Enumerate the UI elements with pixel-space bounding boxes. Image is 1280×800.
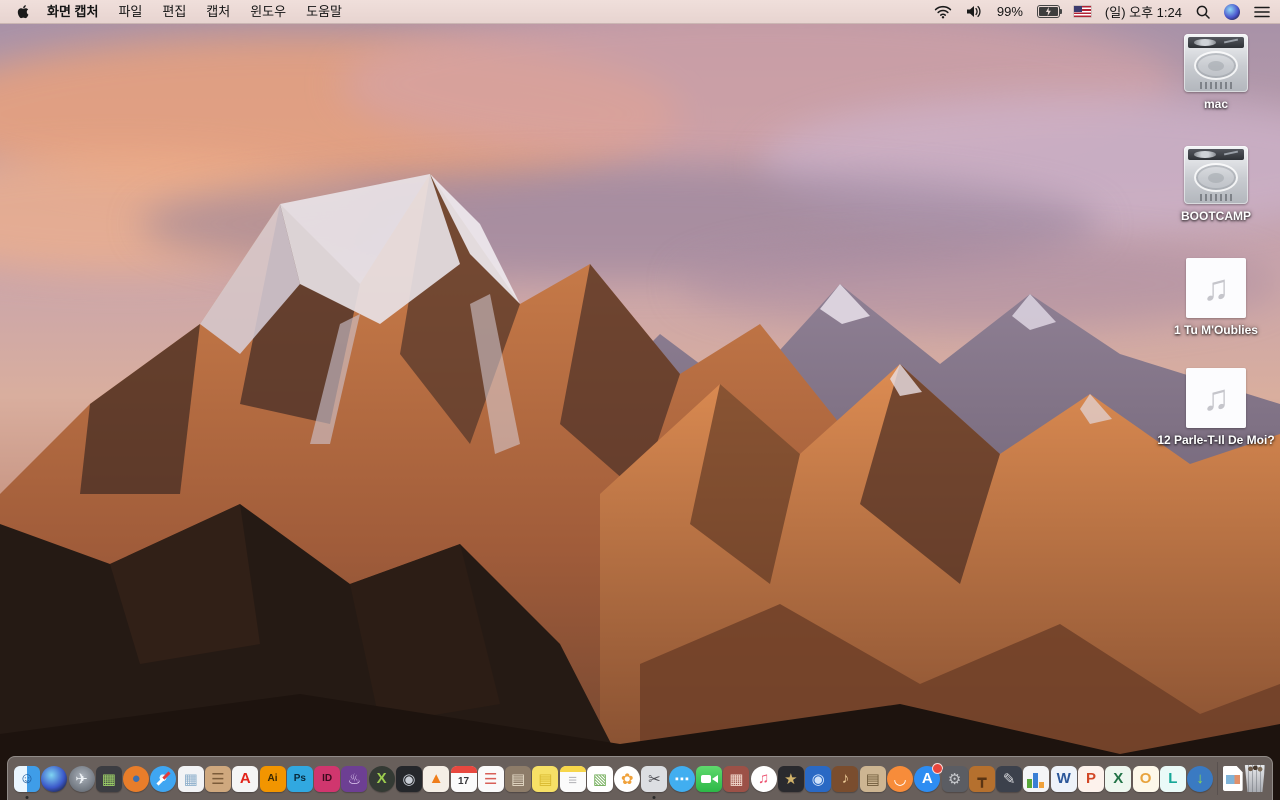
desktop-icon-audio-file-2[interactable]: ♫ 12 Parle-T-Il De Moi?: [1155, 368, 1277, 449]
dock-item-dvd-player-app[interactable]: ◉: [805, 765, 832, 792]
dock-item-garageband[interactable]: ♪: [832, 765, 859, 792]
desktop-icon-audio-file-1[interactable]: ♫ 1 Tu M'Oublies: [1155, 258, 1277, 339]
running-indicator: [25, 795, 29, 799]
apple-menu[interactable]: [10, 4, 37, 19]
dock: ☺ ✈ ▦ ● ▦ ☰ A Ai Ps ID ♨ X ◉ ▲ 17 ☰ ▤ ▤ ≡ ▧ ✿ ✂ ⋯ ▦ ♫ ★ ◉ ♪ ▤ ◡ A ⚙ ┳ ✎ W P…: [7, 756, 1273, 800]
menu-window[interactable]: 윈도우: [240, 0, 296, 24]
dock-item-imovie[interactable]: ★: [777, 765, 804, 792]
dock-item-trash[interactable]: [1244, 765, 1266, 792]
input-source-flag[interactable]: [1073, 6, 1091, 17]
dock-item-stuffit-expander[interactable]: ▤: [505, 765, 532, 792]
dock-item-contacts[interactable]: ☰: [204, 765, 231, 792]
desktop-icon-bootcamp-drive[interactable]: BOOTCAMP: [1155, 146, 1277, 225]
menu-help[interactable]: 도움말: [296, 0, 352, 24]
dock-item-vlc[interactable]: ▲: [423, 765, 450, 792]
music-file-icon: ♫: [1186, 368, 1246, 428]
siri-icon[interactable]: [1224, 3, 1240, 20]
dock-item-calendar[interactable]: 17: [450, 765, 477, 792]
dock-item-photoshop[interactable]: Ps: [286, 765, 313, 792]
dock-item-messages[interactable]: ⋯: [668, 765, 695, 792]
dock-item-pages[interactable]: ✎: [996, 765, 1023, 792]
dock-item-mission-control[interactable]: ▦: [95, 765, 122, 792]
dock-item-firefox[interactable]: ●: [123, 765, 150, 792]
dock-item-word[interactable]: W: [1050, 765, 1077, 792]
charging-bolt-icon: [1045, 7, 1051, 16]
music-file-icon: ♫: [1186, 258, 1246, 318]
dock-item-reminders[interactable]: ☰: [477, 765, 504, 792]
dock-item-outlook[interactable]: O: [1132, 765, 1159, 792]
wifi-icon[interactable]: [934, 5, 952, 19]
desktop-icon-label: mac: [1203, 97, 1229, 111]
dock-item-keynote[interactable]: ┳: [968, 765, 995, 792]
dock-item-preview[interactable]: ▦: [177, 765, 204, 792]
dock-item-facetime[interactable]: [696, 765, 723, 792]
dock-item-illustrator[interactable]: Ai: [259, 765, 286, 792]
desktop-icon-label: 12 Parle-T-Il De Moi?: [1157, 433, 1275, 447]
dock-item-web-document[interactable]: ▧: [586, 765, 613, 792]
hard-drive-icon: [1184, 34, 1248, 92]
dock-item-system-preferences[interactable]: ⚙: [941, 765, 968, 792]
dock-item-excel[interactable]: X: [1105, 765, 1132, 792]
dock-item-toast-titanium[interactable]: ♨: [341, 765, 368, 792]
dock-divider: [1217, 762, 1219, 795]
dock-item-acrobat-reader[interactable]: A: [232, 765, 259, 792]
menu-bar: 화면 캡처 파일 편집 캡처 윈도우 도움말 99% (일) 오후 1:24: [0, 0, 1280, 24]
dock-item-drive-utility[interactable]: ◉: [395, 765, 422, 792]
menu-app-name[interactable]: 화면 캡처: [37, 0, 108, 24]
dock-item-grab[interactable]: ✂: [641, 765, 668, 799]
dock-item-jpeg-file[interactable]: [1222, 766, 1243, 791]
dock-item-numbers[interactable]: [1023, 765, 1050, 792]
running-indicator: [652, 795, 656, 799]
dock-item-app-store[interactable]: A: [914, 762, 944, 792]
battery-icon[interactable]: [1036, 5, 1062, 18]
dock-item-launchpad[interactable]: ✈: [68, 765, 95, 792]
dock-item-stickies[interactable]: ▤: [532, 765, 559, 792]
dock-item-safari[interactable]: [150, 765, 177, 792]
volume-icon[interactable]: [966, 5, 983, 18]
dock-item-lync[interactable]: L: [1159, 765, 1186, 792]
apple-icon: [17, 5, 29, 19]
dock-item-itunes[interactable]: ♫: [750, 765, 777, 792]
menu-capture[interactable]: 캡처: [196, 0, 240, 24]
menu-edit[interactable]: 편집: [152, 0, 196, 24]
menu-bar-clock[interactable]: (일) 오후 1:24: [1105, 2, 1182, 21]
dock-item-finder[interactable]: ☺: [14, 765, 40, 799]
dock-item-publishing-app[interactable]: ▤: [859, 765, 886, 792]
dock-item-notes[interactable]: ≡: [559, 765, 586, 792]
dock-item-photo-booth[interactable]: ▦: [723, 765, 750, 792]
dock-item-indesign[interactable]: ID: [314, 765, 341, 792]
desktop-icon-label: BOOTCAMP: [1181, 209, 1251, 223]
desktop-icon-label: 1 Tu M'Oublies: [1174, 323, 1258, 337]
notification-center-icon[interactable]: [1254, 6, 1270, 18]
desktop-wallpaper: [0, 24, 1280, 800]
spotlight-icon[interactable]: [1196, 5, 1210, 19]
dock-item-video-converter[interactable]: X: [368, 765, 395, 792]
desktop-icon-mac-drive[interactable]: mac: [1155, 34, 1277, 113]
battery-percent: 99%: [996, 4, 1023, 19]
hard-drive-icon: [1184, 146, 1248, 204]
dock-item-download-manager[interactable]: ↓: [1187, 765, 1214, 792]
dock-item-ibooks[interactable]: ◡: [887, 765, 913, 792]
dock-item-siri[interactable]: [41, 765, 68, 792]
menu-file[interactable]: 파일: [108, 0, 152, 24]
dock-item-powerpoint[interactable]: P: [1077, 765, 1104, 792]
dock-item-photos[interactable]: ✿: [614, 765, 641, 792]
